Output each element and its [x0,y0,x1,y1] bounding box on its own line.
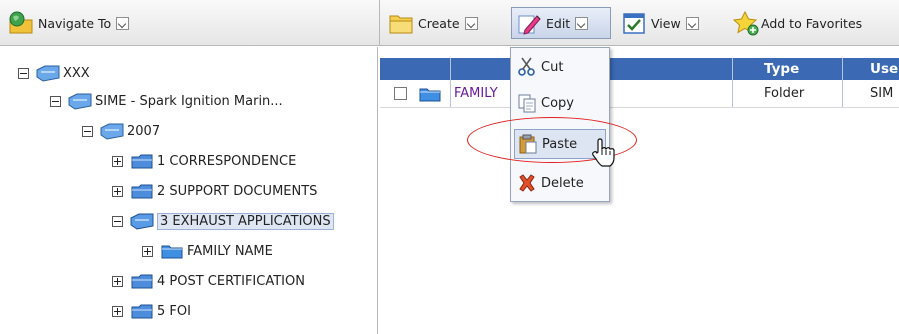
view-button[interactable]: View [617,7,703,39]
tree-node-foi[interactable]: 5 FOI [112,300,191,322]
row-type: Folder [764,86,805,101]
tree-label: XXX [63,65,90,81]
menu-item-copy[interactable]: Copy [514,88,606,118]
create-label: Create [418,15,460,31]
expand-toggle[interactable] [112,275,123,287]
table-row[interactable]: FAMILY Folder SIM [380,80,899,108]
folder-stack-icon [129,302,155,320]
star-add-icon [731,10,759,36]
expand-toggle[interactable] [112,155,123,167]
tree-node-post-certification[interactable]: 4 POST CERTIFICATION [112,270,305,292]
row-checkbox[interactable] [394,87,407,100]
tree-label: 2007 [127,123,161,139]
navigate-dropdown-arrow[interactable] [116,16,130,30]
add-to-favorites-label: Add to Favorites [761,15,863,31]
folder-icon [159,242,185,260]
hand-cursor-icon [591,138,617,168]
tree-label: SIME - Spark Ignition Marin... [95,93,283,109]
column-header-user[interactable]: Use [870,61,898,77]
folder-icon [418,86,442,102]
tree-node-family-name[interactable]: FAMILY NAME [142,240,273,262]
column-header-type[interactable]: Type [764,61,799,77]
navigate-to-label: Navigate To [38,15,112,31]
tree-node-year[interactable]: 2007 [82,120,160,142]
toolbar: Navigate To Create Edit View Add to Favo… [0,0,899,46]
copy-icon [516,92,538,114]
navigate-to-button[interactable]: Navigate To [4,7,133,39]
tree-label: FAMILY NAME [187,243,273,259]
expand-toggle[interactable] [112,305,123,317]
menu-item-label: Delete [541,175,584,191]
expand-toggle[interactable] [142,245,153,257]
view-label: View [651,15,681,31]
folder-tree: XXX SIME - Spark Ignition Marin... 2007 … [0,47,378,334]
row-user: SIM [870,86,894,101]
folder-stack-icon [129,152,155,170]
tree-node-correspondence[interactable]: 1 CORRESPONDENCE [112,150,296,172]
add-to-favorites-button[interactable]: Add to Favorites [727,7,866,39]
folder-stack-icon [129,272,155,290]
menu-item-label: Copy [541,95,574,111]
tree-label: 3 EXHAUST APPLICATIONS [157,212,334,230]
folder-stack-icon [129,182,155,200]
toolbar-separator [379,0,380,46]
tree-node-exhaust-applications[interactable]: 3 EXHAUST APPLICATIONS [112,210,334,232]
collapse-toggle[interactable] [112,215,123,227]
collapse-toggle[interactable] [50,95,61,107]
menu-item-label: Cut [541,59,564,75]
create-button[interactable]: Create [384,7,482,39]
create-dropdown-arrow[interactable] [464,16,478,30]
folder-icon [388,10,414,36]
cabinet-folder-icon [99,122,125,140]
collapse-toggle[interactable] [82,125,93,137]
tree-label: 4 POST CERTIFICATION [157,273,305,289]
expand-toggle[interactable] [112,185,123,197]
tree-node-sime[interactable]: SIME - Spark Ignition Marin... [50,90,283,112]
tree-node-root[interactable]: XXX [18,62,90,84]
edit-dropdown-arrow[interactable] [575,16,589,30]
grid-header: Type Use [380,58,899,80]
scissors-icon [516,56,538,78]
content-grid: Type Use FAMILY Folder SIM [380,58,899,108]
view-dropdown-arrow[interactable] [685,16,699,30]
edit-label: Edit [546,15,571,31]
edit-button[interactable]: Edit [511,7,611,39]
view-checkbox-icon [621,10,647,36]
menu-item-delete[interactable]: Delete [514,168,606,198]
cabinet-folder-icon [35,64,61,82]
tree-node-support-documents[interactable]: 2 SUPPORT DOCUMENTS [112,180,317,202]
edit-pencil-icon [516,10,542,36]
collapse-toggle[interactable] [18,67,29,79]
tree-label: 2 SUPPORT DOCUMENTS [157,183,318,199]
cabinet-folder-icon [67,92,93,110]
tree-label: 1 CORRESPONDENCE [157,153,297,169]
menu-item-cut[interactable]: Cut [514,52,606,82]
globe-folder-icon [8,10,34,36]
open-folder-icon [129,212,155,230]
row-name-link[interactable]: FAMILY [454,86,498,101]
tree-label: 5 FOI [157,303,191,319]
delete-x-icon [516,172,538,194]
